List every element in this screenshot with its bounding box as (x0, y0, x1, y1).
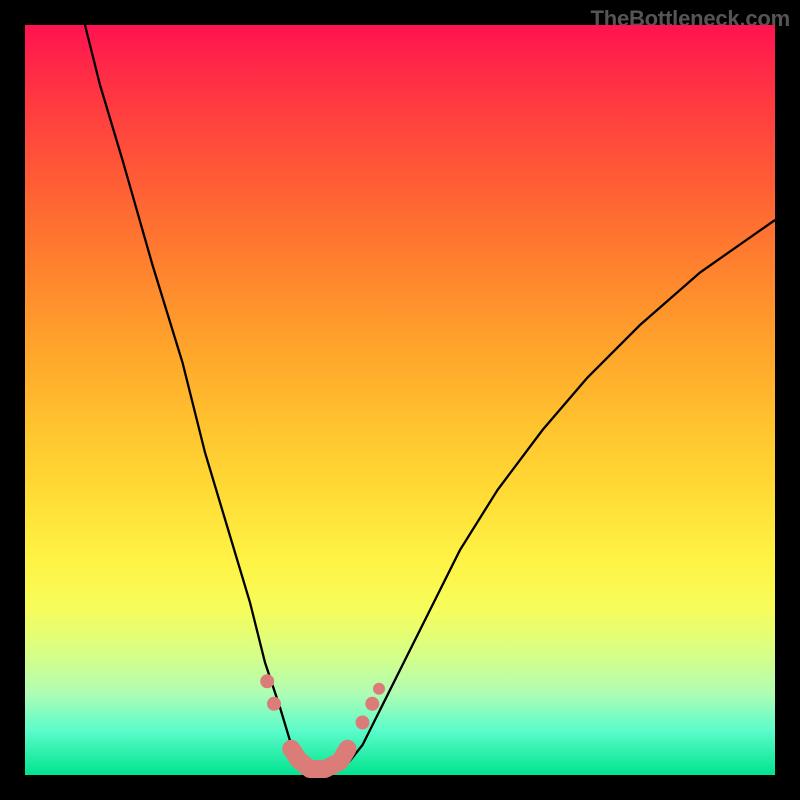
bead-group (260, 674, 385, 729)
bead-left-upper (260, 674, 274, 688)
bead-right-mid (365, 697, 379, 711)
bead-right-upper (373, 683, 385, 695)
bead-left-lower (267, 697, 281, 711)
bottleneck-curve (85, 25, 775, 775)
chart-frame: TheBottleneck.com (0, 0, 800, 800)
valley-worm (291, 749, 347, 769)
chart-overlay (25, 25, 775, 775)
bead-right-lower (356, 716, 370, 730)
